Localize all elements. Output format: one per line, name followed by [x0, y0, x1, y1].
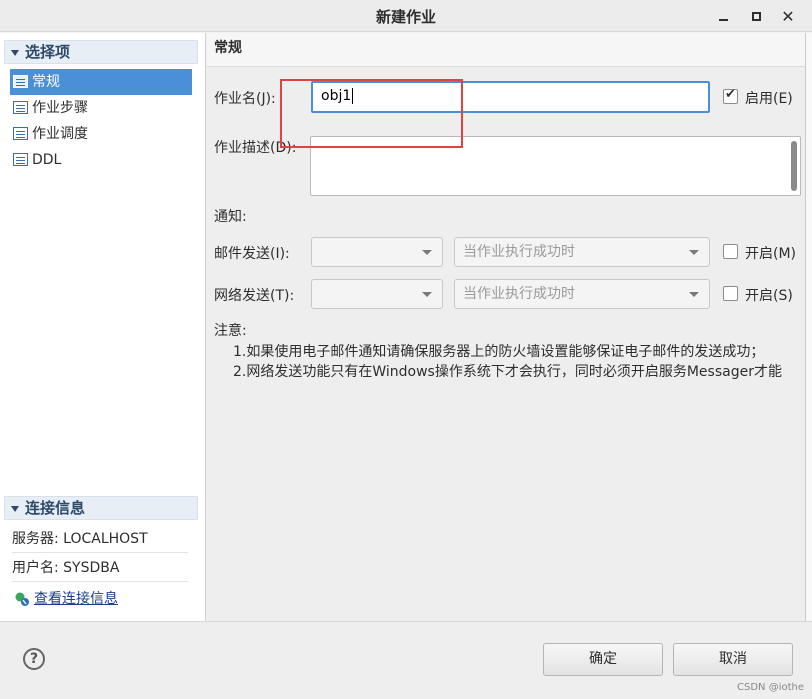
minimize-button[interactable]: [713, 6, 733, 26]
help-icon[interactable]: ?: [23, 648, 45, 670]
panel-edge: [805, 33, 812, 621]
notify-label: 通知:: [214, 209, 247, 225]
close-button[interactable]: ✕: [778, 6, 798, 26]
mail-enable-checkbox[interactable]: [723, 244, 738, 259]
enable-label: 启用(E): [745, 91, 793, 107]
net-target-select[interactable]: [311, 279, 443, 309]
user-info: 用户名: SYSDBA: [12, 554, 188, 582]
select-section-header[interactable]: 选择项: [4, 40, 198, 64]
view-connection-link[interactable]: 查看连接信息: [12, 586, 118, 612]
view-connection-label: 查看连接信息: [34, 591, 118, 607]
sidebar-item-ddl[interactable]: DDL: [10, 147, 192, 173]
mail-enable-label: 开启(M): [745, 246, 797, 262]
chevron-down-icon: [689, 292, 699, 297]
mail-target-select[interactable]: [311, 237, 443, 267]
mail-condition-select[interactable]: 当作业执行成功时: [454, 237, 710, 267]
server-info: 服务器: LOCALHOST: [12, 525, 188, 553]
note-line-2: 2.网络发送功能只有在Windows操作系统下才会执行，同时必须开启服务Mess…: [233, 364, 782, 380]
connection-section-title: 连接信息: [25, 499, 86, 517]
sidebar-item-label: 常规: [32, 74, 60, 90]
connection-section-header[interactable]: 连接信息: [4, 496, 198, 520]
maximize-icon: [751, 11, 761, 21]
sidebar-item-label: 作业步骤: [32, 100, 88, 116]
list-page-icon: [13, 153, 28, 166]
job-name-label: 作业名(J):: [214, 91, 276, 107]
close-icon: ✕: [781, 6, 795, 26]
connection-info-icon: [15, 592, 29, 606]
net-label: 网络发送(T):: [214, 288, 295, 304]
sidebar-item-job-schedule[interactable]: 作业调度: [10, 121, 192, 147]
panel-title: 常规: [207, 33, 812, 67]
collapse-triangle-icon: [11, 49, 19, 56]
note-line-1: 1.如果使用电子邮件通知请确保服务器上的防火墙设置能够保证电子邮件的发送成功；: [233, 344, 765, 360]
title-bar: 新建作业 ✕: [0, 0, 812, 32]
window-title: 新建作业: [375, 8, 436, 26]
watermark: CSDN @iothe: [737, 682, 804, 693]
select-section-title: 选择项: [25, 43, 71, 61]
net-enable-checkbox[interactable]: [723, 286, 738, 301]
minimize-icon: [718, 19, 728, 21]
button-bar: ? 确定 取消 CSDN @iothe: [0, 621, 812, 699]
textarea-scrollbar[interactable]: [791, 141, 797, 191]
sidebar-item-label: 作业调度: [32, 126, 88, 142]
enable-checkbox[interactable]: [723, 87, 738, 104]
annotation-highlight-box: [280, 79, 463, 148]
collapse-triangle-icon: [11, 505, 19, 512]
sidebar-item-label: DDL: [32, 152, 62, 168]
chevron-down-icon: [689, 250, 699, 255]
mail-condition-value: 当作业执行成功时: [463, 244, 575, 260]
cancel-button[interactable]: 取消: [673, 643, 793, 676]
sidebar-item-general[interactable]: 常规: [10, 69, 192, 95]
sidebar-item-job-steps[interactable]: 作业步骤: [10, 95, 192, 121]
maximize-button[interactable]: [746, 6, 766, 26]
note-label: 注意:: [214, 323, 247, 339]
net-enable-label: 开启(S): [745, 288, 793, 304]
chevron-down-icon: [422, 292, 432, 297]
chevron-down-icon: [422, 250, 432, 255]
list-page-icon: [13, 101, 28, 114]
sidebar: 选择项 常规 作业步骤 作业调度 DDL 连接信息 服务器: LOCALHOST…: [0, 33, 206, 621]
list-page-icon: [13, 75, 28, 88]
ok-button[interactable]: 确定: [543, 643, 663, 676]
net-condition-value: 当作业执行成功时: [463, 286, 575, 302]
list-page-icon: [13, 127, 28, 140]
mail-label: 邮件发送(I):: [214, 246, 290, 262]
net-condition-select[interactable]: 当作业执行成功时: [454, 279, 710, 309]
